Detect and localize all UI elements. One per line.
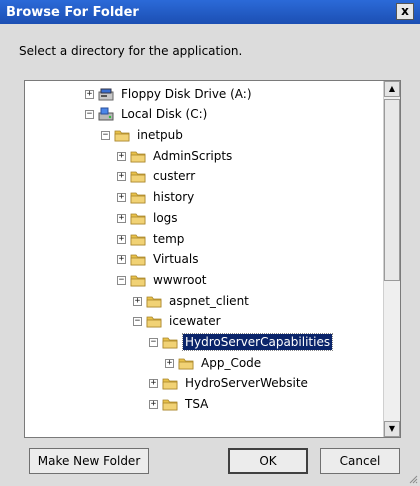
- tree-item-label[interactable]: Virtuals: [151, 251, 200, 267]
- tree-item-label[interactable]: custerr: [151, 168, 197, 184]
- collapse-icon[interactable]: −: [85, 109, 94, 119]
- ok-button[interactable]: OK: [228, 448, 308, 474]
- tree-item[interactable]: + history: [117, 187, 196, 207]
- tree-item-label[interactable]: inetpub: [135, 127, 185, 143]
- collapse-icon[interactable]: −: [133, 316, 142, 326]
- folder-icon: [130, 211, 146, 225]
- folder-icon: [130, 149, 146, 163]
- tree-item[interactable]: − icewater: [133, 311, 223, 331]
- title-bar: Browse For Folder x: [0, 0, 420, 24]
- window-title: Browse For Folder: [6, 5, 139, 20]
- folder-icon: [114, 128, 130, 142]
- tree-item-label[interactable]: logs: [151, 210, 180, 226]
- folder-icon: [162, 397, 178, 411]
- tree-item-label-selected[interactable]: HydroServerCapabilities: [181, 333, 334, 351]
- tree-item[interactable]: + HydroServerWebsite: [149, 373, 310, 393]
- tree-item[interactable]: + temp: [117, 229, 186, 249]
- tree-item[interactable]: + Floppy Disk Drive (A:): [85, 84, 254, 104]
- tree-item-label[interactable]: history: [151, 189, 196, 205]
- tree-item[interactable]: − HydroServerCapabilities: [149, 332, 334, 352]
- expand-icon[interactable]: +: [117, 234, 126, 244]
- resize-grip-icon[interactable]: [408, 474, 418, 484]
- tree-item[interactable]: + Virtuals: [117, 249, 200, 269]
- folder-icon: [146, 294, 162, 308]
- collapse-icon[interactable]: −: [117, 275, 126, 285]
- expand-icon[interactable]: +: [117, 254, 126, 264]
- folder-icon: [130, 232, 146, 246]
- tree-item-label[interactable]: App_Code: [199, 355, 263, 371]
- collapse-icon[interactable]: −: [149, 337, 158, 347]
- expand-icon[interactable]: +: [165, 358, 174, 368]
- expand-icon[interactable]: +: [149, 378, 158, 388]
- folder-icon: [162, 335, 178, 349]
- tree-item[interactable]: − inetpub: [101, 125, 185, 145]
- folder-icon: [162, 376, 178, 390]
- tree-item-label[interactable]: TSA: [183, 396, 210, 412]
- floppy-drive-icon: [98, 87, 114, 101]
- vertical-scrollbar[interactable]: ▲ ▼: [383, 81, 400, 437]
- tree-item[interactable]: + custerr: [117, 166, 197, 186]
- tree-item-label[interactable]: icewater: [167, 313, 223, 329]
- tree-item[interactable]: + TSA: [149, 394, 210, 414]
- cancel-button[interactable]: Cancel: [320, 448, 400, 474]
- expand-icon[interactable]: +: [117, 192, 126, 202]
- expand-icon[interactable]: +: [117, 151, 126, 161]
- folder-icon: [130, 190, 146, 204]
- tree-item[interactable]: + logs: [117, 208, 180, 228]
- make-new-folder-button[interactable]: Make New Folder: [29, 448, 149, 474]
- tree-item[interactable]: − Local Disk (C:): [85, 104, 209, 124]
- expand-icon[interactable]: +: [117, 171, 126, 181]
- tree-item-label[interactable]: HydroServerWebsite: [183, 375, 310, 391]
- folder-icon: [130, 169, 146, 183]
- expand-icon[interactable]: +: [117, 213, 126, 223]
- tree-item[interactable]: − wwwroot: [117, 270, 209, 290]
- folder-tree: + Floppy Disk Drive (A:) − Local Disk (C:) −…: [25, 81, 383, 437]
- collapse-icon[interactable]: −: [101, 130, 110, 140]
- tree-item[interactable]: + aspnet_client: [133, 291, 251, 311]
- scroll-up-button[interactable]: ▲: [384, 81, 400, 97]
- tree-item[interactable]: + App_Code: [165, 353, 263, 373]
- expand-icon[interactable]: +: [149, 399, 158, 409]
- instruction-text: Select a directory for the application.: [19, 44, 243, 58]
- local-disk-icon: [98, 107, 114, 121]
- tree-item[interactable]: + AdminScripts: [117, 146, 234, 166]
- folder-icon: [130, 252, 146, 266]
- tree-item-label[interactable]: Floppy Disk Drive (A:): [119, 86, 254, 102]
- folder-icon: [130, 273, 146, 287]
- folder-icon: [178, 356, 194, 370]
- scroll-down-button[interactable]: ▼: [384, 421, 400, 437]
- expand-icon[interactable]: +: [85, 89, 94, 99]
- folder-icon: [146, 314, 162, 328]
- scroll-thumb[interactable]: [384, 99, 400, 281]
- tree-item-label[interactable]: aspnet_client: [167, 293, 251, 309]
- close-button[interactable]: x: [396, 3, 414, 20]
- tree-item-label[interactable]: temp: [151, 231, 186, 247]
- tree-item-label[interactable]: wwwroot: [151, 272, 209, 288]
- tree-item-label[interactable]: AdminScripts: [151, 148, 234, 164]
- folder-tree-view[interactable]: + Floppy Disk Drive (A:) − Local Disk (C:) −…: [24, 80, 401, 438]
- expand-icon[interactable]: +: [133, 296, 142, 306]
- tree-item-label[interactable]: Local Disk (C:): [119, 106, 209, 122]
